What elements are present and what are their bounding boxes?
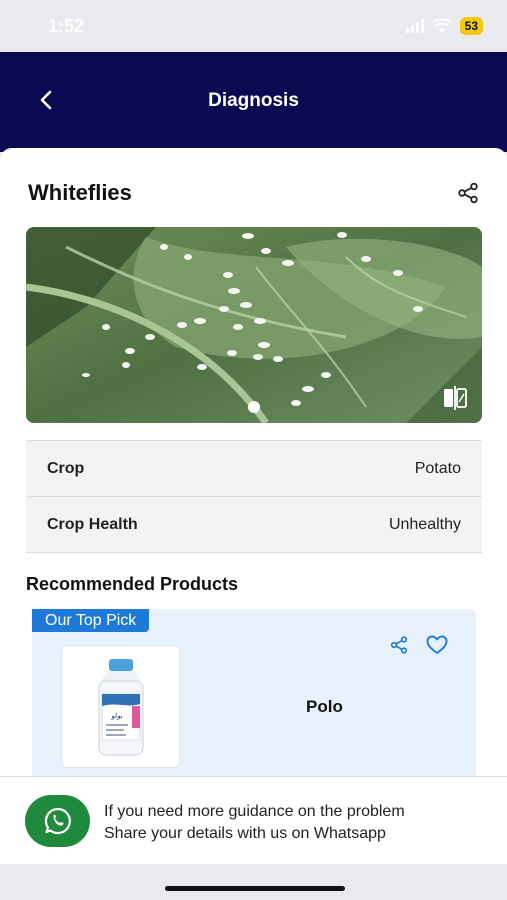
pest-name: Whiteflies (28, 180, 132, 205)
crop-row: Crop Potato (26, 441, 482, 497)
leaf-photo (26, 227, 482, 423)
whatsapp-icon (44, 807, 71, 835)
whatsapp-help-text: If you need more guidance on the problem… (104, 801, 405, 845)
heart-icon[interactable] (426, 635, 448, 655)
status-time: 1:52 (48, 16, 85, 36)
status-bar: 1:52 53 (0, 0, 507, 52)
top-pick-badge: Our Top Pick (32, 609, 150, 632)
crop-value: Potato (414, 459, 461, 477)
carousel-dot-active[interactable] (248, 401, 260, 413)
whatsapp-line-1: If you need more guidance on the problem (104, 803, 405, 820)
pest-image-carousel[interactable] (26, 227, 482, 423)
home-indicator[interactable] (165, 886, 345, 891)
whatsapp-help-bar[interactable]: If you need more guidance on the problem… (0, 776, 507, 864)
battery-indicator: 53 (459, 17, 483, 35)
crop-health-row: Crop Health Unhealthy (26, 497, 482, 553)
product-card[interactable]: Our Top Pick بولو Polo (32, 609, 476, 789)
app-header: Diagnosis (0, 52, 507, 152)
status-icons: 53 (405, 17, 483, 35)
bottle-label: بولو (110, 712, 122, 720)
home-area (0, 864, 507, 900)
crop-label: Crop (47, 459, 85, 477)
product-name[interactable]: Polo (306, 697, 343, 717)
bottle-image: بولو (98, 659, 144, 756)
diagnosis-card: Whiteflies Crop Potato Crop Health Unhea… (0, 148, 507, 868)
crop-info-table: Crop Potato Crop Health Unhealthy (26, 440, 482, 553)
product-share-icon[interactable] (390, 636, 408, 654)
compare-icon[interactable] (442, 385, 468, 411)
recommended-products-title: Recommended Products (26, 574, 239, 594)
whatsapp-line-2: Share your details with us on Whatsapp (104, 825, 386, 842)
crop-health-value: Unhealthy (388, 515, 461, 533)
whatsapp-button[interactable] (25, 795, 90, 847)
product-image[interactable]: بولو (61, 645, 180, 768)
share-icon[interactable] (457, 182, 479, 204)
crop-health-label: Crop Health (47, 515, 138, 533)
wifi-icon (431, 18, 452, 33)
signal-icon (405, 19, 424, 33)
page-title: Diagnosis (208, 90, 299, 111)
